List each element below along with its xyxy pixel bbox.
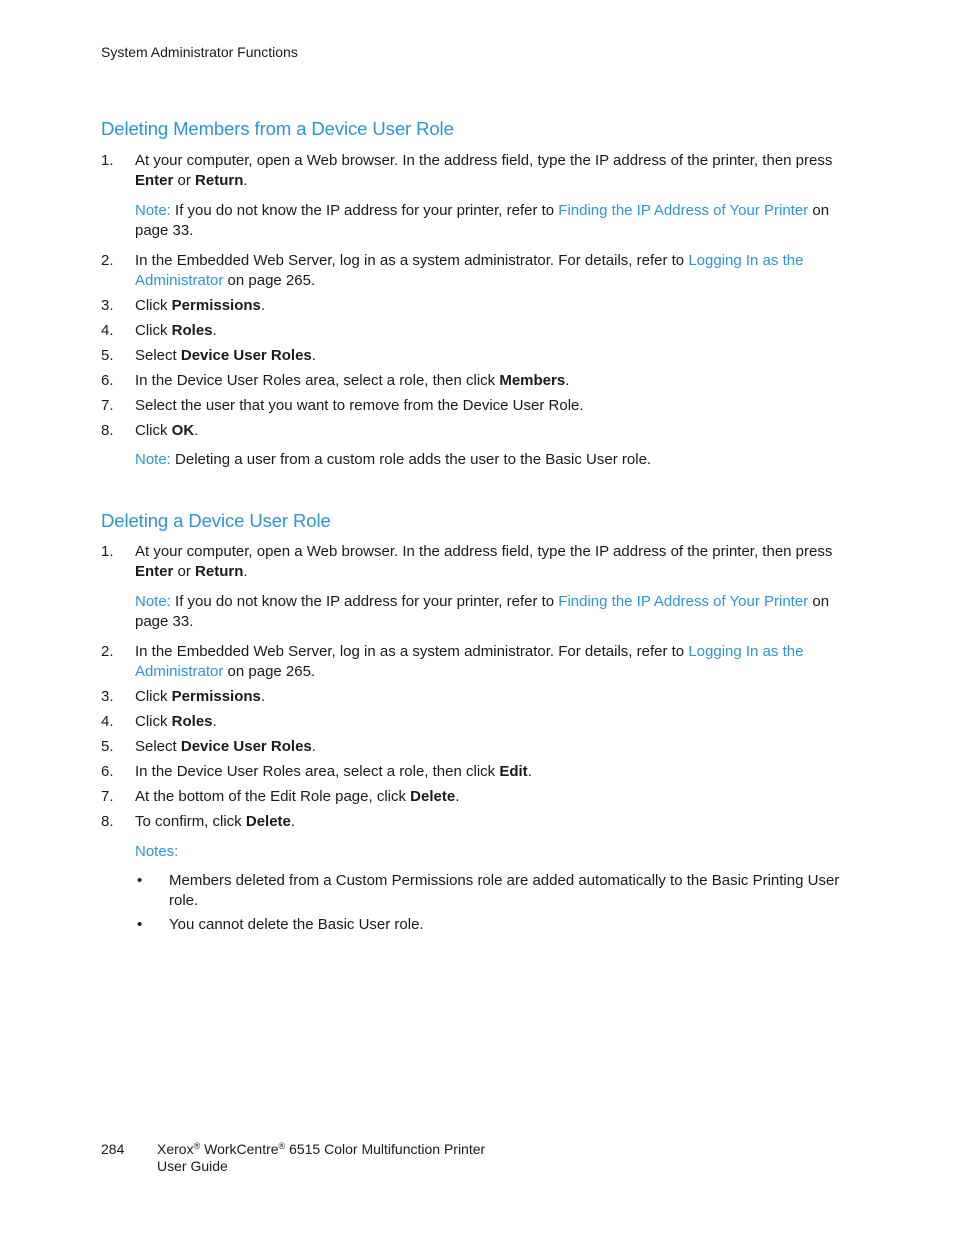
note: Note: If you do not know the IP address … <box>135 202 830 239</box>
step-8: 8. Click OK. <box>101 422 199 439</box>
ui-term: Roles <box>171 713 213 730</box>
step-1: 1. At your computer, open a Web browser.… <box>101 152 833 189</box>
step-number: 3. <box>101 688 114 705</box>
notes-label: Notes: <box>135 843 179 860</box>
note-label: Note: <box>135 451 171 468</box>
bullet-item: • Members deleted from a Custom Permissi… <box>137 872 840 909</box>
step-number: 1. <box>101 543 114 560</box>
link-finding-ip[interactable]: Finding the IP Address of Your Printer <box>558 593 808 610</box>
section-delete-members: Deleting Members from a Device User Role… <box>101 118 861 470</box>
note: Note: Deleting a user from a custom role… <box>135 451 652 468</box>
running-header: System Administrator Functions <box>101 44 298 60</box>
step-1: 1. At your computer, open a Web browser.… <box>101 543 833 580</box>
step-2: 2. In the Embedded Web Server, log in as… <box>101 252 804 289</box>
step-number: 7. <box>101 788 114 805</box>
page-number: 284 <box>101 1141 125 1157</box>
step-number: 6. <box>101 372 114 389</box>
guide-label: User Guide <box>157 1158 228 1174</box>
step-number: 7. <box>101 397 114 414</box>
ui-term: Members <box>499 372 566 389</box>
registered-mark: ® <box>278 1141 286 1151</box>
step-number: 8. <box>101 422 114 439</box>
step-3: 3. Click Permissions. <box>101 297 266 314</box>
step-number: 1. <box>101 152 114 169</box>
link-finding-ip[interactable]: Finding the IP Address of Your Printer <box>558 202 808 219</box>
step-4: 4. Click Roles. <box>101 322 217 339</box>
note: Note: If you do not know the IP address … <box>135 593 830 630</box>
ui-term: Return <box>195 172 244 189</box>
step-8: 8. To confirm, click Delete. <box>101 813 296 830</box>
bullet-icon: • <box>137 872 143 889</box>
step-number: 5. <box>101 738 114 755</box>
note-label: Note: <box>135 202 171 219</box>
step-number: 2. <box>101 252 114 269</box>
registered-mark: ® <box>193 1141 201 1151</box>
step-2: 2. In the Embedded Web Server, log in as… <box>101 643 804 680</box>
ui-term: Permissions <box>171 297 261 314</box>
step-5: 5. Select Device User Roles. <box>101 347 316 364</box>
ui-term: Permissions <box>171 688 261 705</box>
ui-term: Return <box>195 563 244 580</box>
section-title: Deleting a Device User Role <box>101 510 331 531</box>
steps-list: 1. At your computer, open a Web browser.… <box>101 542 861 862</box>
ui-term: Delete <box>410 788 456 805</box>
note-label: Note: <box>135 593 171 610</box>
step-number: 8. <box>101 813 114 830</box>
ui-term: Roles <box>171 322 213 339</box>
bullet-icon: • <box>137 916 143 933</box>
step-number: 4. <box>101 322 114 339</box>
notes-bullet-list: • Members deleted from a Custom Permissi… <box>101 871 861 935</box>
notes-heading: Notes: <box>101 842 861 862</box>
step-6: 6. In the Device User Roles area, select… <box>101 372 570 389</box>
ui-term: Device User Roles <box>180 738 312 755</box>
ui-term: Edit <box>499 763 528 780</box>
step-number: 6. <box>101 763 114 780</box>
step-number: 2. <box>101 643 114 660</box>
ui-term: Delete <box>245 813 291 830</box>
step-7: 7. At the bottom of the Edit Role page, … <box>101 788 460 805</box>
document-title: Xerox® WorkCentre® 6515 Color Multifunct… <box>157 1141 486 1174</box>
step-4: 4. Click Roles. <box>101 713 217 730</box>
step-5: 5. Select Device User Roles. <box>101 738 316 755</box>
steps-list: 1. At your computer, open a Web browser.… <box>101 151 861 470</box>
section-delete-role: Deleting a Device User Role 1. At your c… <box>101 510 861 935</box>
ui-term: OK <box>171 422 195 439</box>
ui-term: Enter <box>135 172 174 189</box>
step-6: 6. In the Device User Roles area, select… <box>101 763 532 780</box>
bullet-item: • You cannot delete the Basic User role. <box>137 916 424 933</box>
step-3: 3. Click Permissions. <box>101 688 266 705</box>
step-number: 3. <box>101 297 114 314</box>
section-title: Deleting Members from a Device User Role <box>101 118 454 139</box>
ui-term: Enter <box>135 563 174 580</box>
step-number: 4. <box>101 713 114 730</box>
step-7: 7. Select the user that you want to remo… <box>101 397 584 414</box>
step-number: 5. <box>101 347 114 364</box>
ui-term: Device User Roles <box>180 347 312 364</box>
